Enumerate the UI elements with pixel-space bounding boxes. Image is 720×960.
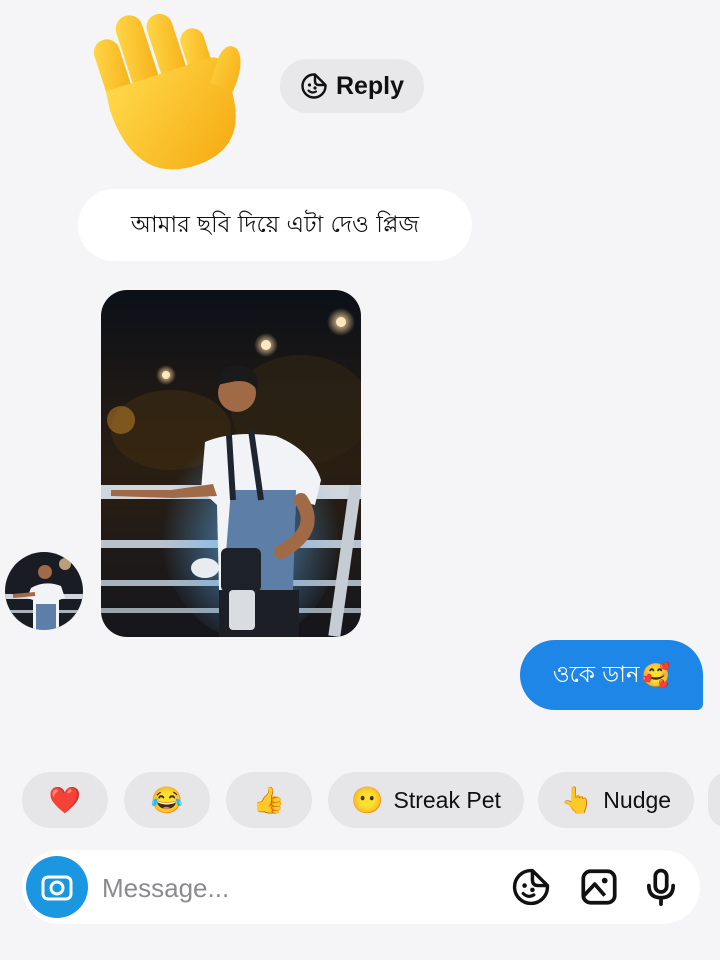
heart-reaction-chip[interactable]: ❤️ bbox=[22, 772, 108, 828]
streak-pet-icon: 😶 bbox=[351, 785, 384, 815]
laughing-reaction-chip[interactable]: 😂 bbox=[124, 772, 210, 828]
outgoing-message-text: ওকে ডান bbox=[552, 661, 640, 688]
streak-pet-chip[interactable]: 😶 Streak Pet bbox=[328, 772, 524, 828]
thumbs-up-icon: 👍 bbox=[252, 785, 286, 815]
tears-of-joy-icon: 😂 bbox=[150, 785, 184, 815]
reply-label: Reply bbox=[335, 71, 405, 100]
heart-icon: ❤️ bbox=[48, 785, 82, 815]
gallery-button[interactable] bbox=[578, 866, 620, 908]
microphone-icon bbox=[647, 868, 675, 906]
streak-pet-label: Streak Pet bbox=[393, 786, 501, 813]
waving-hand-icon bbox=[93, 13, 241, 170]
smiling-face-with-hearts-icon: 🥰 bbox=[641, 662, 671, 689]
incoming-message-text: আমার ছবি দিয়ে এটা দেও প্লিজ bbox=[130, 211, 420, 238]
sticker-button[interactable] bbox=[510, 866, 552, 908]
camera-icon bbox=[41, 875, 73, 901]
message-input[interactable] bbox=[102, 868, 462, 908]
message-compose-bar bbox=[22, 850, 700, 924]
sticker-icon bbox=[301, 73, 327, 99]
thumbs-up-reaction-chip[interactable]: 👍 bbox=[226, 772, 312, 828]
nudge-chip[interactable]: 👆 Nudge bbox=[538, 772, 694, 828]
incoming-message-bubble[interactable]: আমার ছবি দিয়ে এটা দেও প্লিজ bbox=[78, 189, 472, 261]
quick-reactions-bar: ❤️ 😂 👍 😶 Streak Pet 👆 Nudge bbox=[0, 772, 720, 830]
camera-button[interactable] bbox=[26, 856, 88, 918]
microphone-button[interactable] bbox=[640, 866, 682, 908]
avatar[interactable] bbox=[5, 552, 83, 630]
nudge-label: Nudge bbox=[603, 786, 672, 813]
outgoing-message-bubble[interactable]: ওকে ডান 🥰 bbox=[520, 640, 703, 710]
more-chip[interactable] bbox=[708, 772, 720, 828]
reply-button[interactable]: Reply bbox=[280, 59, 424, 113]
photo-message[interactable] bbox=[101, 290, 361, 637]
pointing-hand-icon: 👆 bbox=[560, 785, 594, 815]
gallery-icon bbox=[581, 869, 617, 905]
sticker-icon bbox=[512, 868, 550, 906]
